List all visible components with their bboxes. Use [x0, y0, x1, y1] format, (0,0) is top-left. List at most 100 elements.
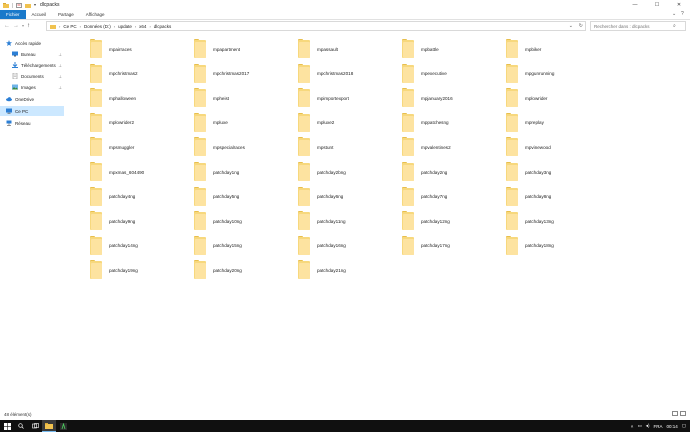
folder-item[interactable]: patchday14ng [90, 235, 190, 257]
folder-item[interactable]: mpimportexport [298, 87, 398, 109]
folder-item[interactable]: mpluxe2 [298, 112, 398, 134]
breadcrumb-separator-icon[interactable]: › [114, 24, 115, 29]
folder-item[interactable]: mppatchesng [402, 112, 502, 134]
details-view-icon[interactable] [672, 411, 678, 416]
folder-item[interactable]: mpairraces [90, 38, 190, 60]
close-button[interactable]: ✕ [668, 0, 690, 10]
sidebar-item-acces-rapide[interactable]: Accès rapide [0, 38, 64, 48]
folder-item[interactable]: mphalloween [90, 87, 190, 109]
folder-item[interactable]: mpreplay [506, 112, 606, 134]
folder-item[interactable]: patchday1ng [194, 161, 294, 183]
folder-item[interactable]: patchday2ng [402, 161, 502, 183]
network-tray-icon[interactable]: ▭ [637, 423, 641, 429]
breadcrumb-ce-pc[interactable]: Ce PC [63, 24, 76, 29]
sidebar-item-reseau[interactable]: Réseau [0, 118, 64, 128]
folder-item[interactable]: patchday18ng [506, 235, 606, 257]
breadcrumb-separator-icon[interactable]: › [80, 24, 81, 29]
tab-affichage[interactable]: Affichage [80, 10, 111, 19]
address-bar[interactable]: › Ce PC › Données (D:) › update › x64 › … [46, 21, 586, 31]
sidebar-item-images[interactable]: Images ⊥ [0, 82, 64, 92]
folder-item[interactable]: patchday17ng [402, 235, 502, 257]
search-icon[interactable] [14, 420, 28, 432]
refresh-icon[interactable]: ↻ [579, 23, 583, 29]
folder-item[interactable]: patchday4ng [90, 186, 190, 208]
folder-item[interactable]: mpluxe [194, 112, 294, 134]
app-icon[interactable] [56, 420, 70, 432]
recent-locations-icon[interactable]: ▾ [22, 23, 24, 29]
folder-item[interactable]: mpstunt [298, 136, 398, 158]
properties-icon[interactable] [16, 2, 22, 8]
new-folder-icon[interactable] [25, 3, 31, 8]
folder-item[interactable]: mpjanuary2016 [402, 87, 502, 109]
folder-item[interactable]: patchday20ng [194, 259, 294, 281]
address-dropdown-icon[interactable]: ⌄ [569, 23, 573, 29]
sidebar-item-onedrive[interactable]: OneDrive [0, 94, 64, 104]
expand-ribbon-icon[interactable]: ⌄ [672, 12, 677, 17]
folder-item[interactable]: patchday7ng [402, 186, 502, 208]
search-input[interactable] [594, 23, 674, 29]
windows-start-icon[interactable] [0, 420, 14, 432]
folder-item[interactable]: mpvalentines2 [402, 136, 502, 158]
breadcrumb-separator-icon[interactable]: › [135, 24, 136, 29]
folder-item[interactable]: patchday15ng [194, 235, 294, 257]
breadcrumb-x64[interactable]: x64 [139, 24, 146, 29]
pin-icon[interactable]: ⊥ [59, 85, 62, 90]
folder-item[interactable]: patchday19ng [90, 259, 190, 281]
search-box[interactable]: ⌕ [590, 21, 686, 31]
folder-item[interactable]: patchday16ng [298, 235, 398, 257]
folder-item[interactable]: mpchristmas2 [90, 63, 190, 85]
breadcrumb-separator-icon[interactable]: › [149, 24, 150, 29]
folder-item[interactable]: mplowrider [506, 87, 606, 109]
sidebar-item-telechargements[interactable]: Téléchargements ⊥ [0, 60, 64, 70]
folder-item[interactable]: mpapartment [194, 38, 294, 60]
folder-item[interactable]: patchday8ng [506, 186, 606, 208]
maximize-button[interactable]: ☐ [646, 0, 668, 10]
large-icons-view-icon[interactable] [680, 411, 686, 416]
folder-item[interactable]: mpvinewood [506, 136, 606, 158]
folder-item[interactable]: mpxmas_604490 [90, 161, 190, 183]
search-icon[interactable]: ⌕ [673, 23, 679, 29]
forward-arrow-icon[interactable]: → [13, 23, 19, 29]
folder-item[interactable]: patchday10ng [194, 210, 294, 232]
folder-item[interactable]: mpexecutive [402, 63, 502, 85]
help-icon[interactable]: ? [681, 12, 686, 17]
pin-icon[interactable]: ⊥ [59, 63, 62, 68]
folder-item[interactable]: mpchristmas2017 [194, 63, 294, 85]
folder-item[interactable]: patchday13ng [506, 210, 606, 232]
clock[interactable]: 00:14 [666, 424, 677, 429]
breadcrumb-dlcpacks[interactable]: dlcpacks [154, 24, 172, 29]
breadcrumb-update[interactable]: update [118, 24, 132, 29]
pin-icon[interactable]: ⊥ [59, 52, 62, 57]
folder-item[interactable]: patchday11ng [298, 210, 398, 232]
folder-item[interactable]: mpchristmas2018 [298, 63, 398, 85]
folder-item[interactable]: patchday12ng [402, 210, 502, 232]
folder-item[interactable]: patchday2bng [298, 161, 398, 183]
notifications-icon[interactable]: ▢ [682, 423, 686, 429]
folder-item[interactable]: mpassault [298, 38, 398, 60]
breadcrumb-donnees[interactable]: Données (D:) [84, 24, 111, 29]
sidebar-item-documents[interactable]: Documents ⊥ [0, 71, 64, 81]
minimize-button[interactable]: — [624, 0, 646, 10]
up-arrow-icon[interactable]: ↑ [27, 23, 30, 29]
folder-item[interactable]: patchday6ng [298, 186, 398, 208]
sidebar-item-bureau[interactable]: Bureau ⊥ [0, 49, 64, 59]
tab-partage[interactable]: Partage [52, 10, 80, 19]
customize-toolbar-icon[interactable]: ▾ [34, 2, 36, 8]
folder-item[interactable]: mplowrider2 [90, 112, 190, 134]
folder-item[interactable]: patchday21ng [298, 259, 398, 281]
task-view-icon[interactable] [28, 420, 42, 432]
tab-accueil[interactable]: Accueil [26, 10, 53, 19]
folder-item[interactable]: mpbiker [506, 38, 606, 60]
folder-item[interactable]: mpbattle [402, 38, 502, 60]
folder-item[interactable]: patchday9ng [90, 210, 190, 232]
folder-item[interactable]: patchday3ng [506, 161, 606, 183]
pin-icon[interactable]: ⊥ [59, 74, 62, 79]
tray-arrow-icon[interactable]: ˄ [631, 424, 634, 429]
breadcrumb-separator-icon[interactable]: › [59, 24, 60, 29]
file-explorer-icon[interactable] [42, 420, 56, 432]
sidebar-item-ce-pc[interactable]: Ce PC [0, 106, 64, 116]
folder-item[interactable]: patchday5ng [194, 186, 294, 208]
back-arrow-icon[interactable]: ← [4, 23, 10, 29]
language-indicator[interactable]: FRA [653, 424, 662, 429]
volume-icon[interactable]: ◂) [646, 423, 650, 429]
